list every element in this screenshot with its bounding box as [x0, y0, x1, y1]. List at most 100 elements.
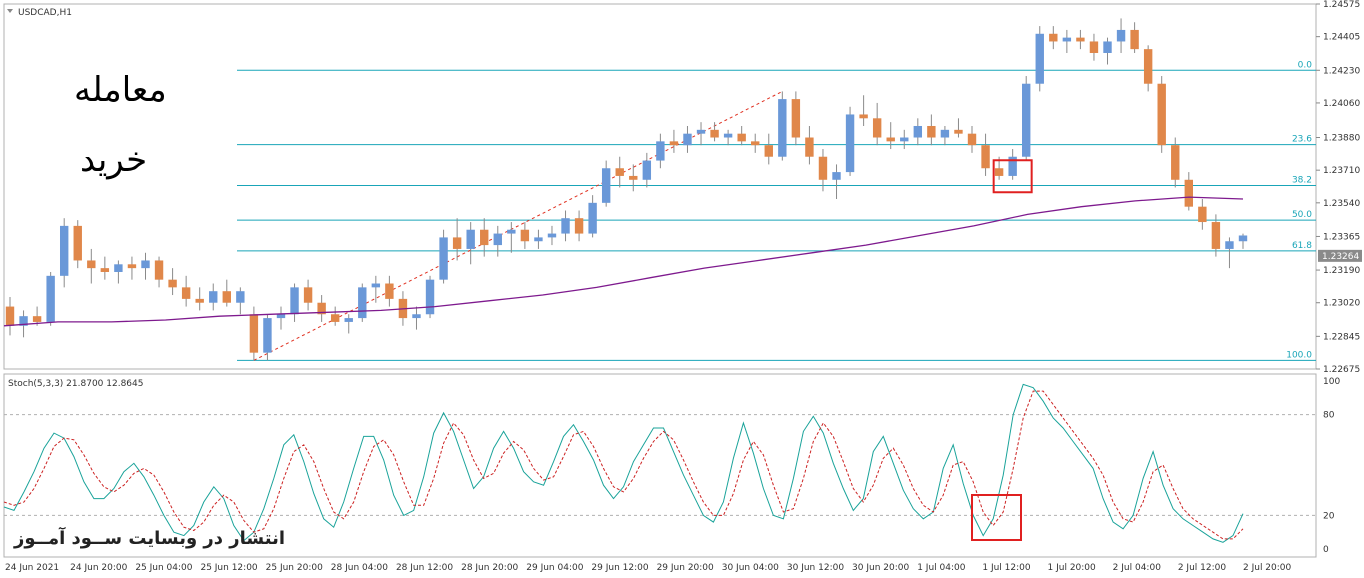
fib-level-label: 50.0	[1292, 210, 1312, 220]
candle-body-bull	[1022, 83, 1031, 157]
candle	[669, 129, 679, 153]
candle-body-bull	[358, 287, 367, 319]
candle-body-bull	[534, 237, 543, 242]
candle-body-bull	[344, 318, 353, 322]
caption-trade: معامله	[74, 70, 167, 110]
candle	[710, 122, 719, 142]
candle-body-bull	[493, 233, 502, 246]
time-tick-label: 1 Jul 12:00	[982, 563, 1031, 573]
candle	[371, 275, 381, 303]
price-tick-label: 1.24405	[1323, 33, 1360, 43]
candle	[900, 129, 909, 150]
candle-body-bull	[588, 202, 597, 234]
candle	[642, 152, 652, 188]
candle-body-bull	[1116, 29, 1126, 42]
candle-body-bear	[249, 314, 259, 353]
candle	[940, 125, 950, 146]
chart-root: 0.0 23.6 38.2 50.0 61.8 100.0 1.24575 1.24405 1…	[0, 0, 1364, 578]
candle	[791, 91, 801, 146]
time-tick-label: 2 Jul 04:00	[1113, 563, 1162, 573]
candle	[1116, 18, 1126, 53]
candle	[493, 225, 502, 257]
fib-level-label: 61.8	[1292, 241, 1312, 251]
price-tick-label: 1.23365	[1323, 232, 1360, 242]
candle-body-bull	[1103, 41, 1112, 53]
candle	[1062, 29, 1072, 53]
candle	[385, 275, 394, 307]
candle	[303, 279, 313, 311]
candle-body-bull	[845, 114, 855, 173]
candle-body-bull	[276, 314, 286, 319]
candle-body-bear	[1049, 33, 1058, 42]
candle-body-bear	[1076, 37, 1085, 42]
candle	[181, 275, 191, 307]
price-tick-label: 1.22845	[1323, 332, 1360, 342]
candle-body-bear	[1211, 222, 1221, 249]
candle	[87, 248, 96, 284]
candle	[46, 271, 55, 326]
candle-body-bear	[764, 145, 773, 157]
time-tick-label: 30 Jun 04:00	[722, 563, 779, 573]
candle-body-bear	[32, 316, 42, 322]
candle	[1143, 45, 1153, 92]
candle	[236, 287, 245, 315]
candle	[656, 133, 665, 169]
candle-body-bear	[1157, 83, 1166, 146]
candle	[832, 164, 841, 199]
candle-body-bull	[913, 125, 923, 138]
candle	[59, 218, 69, 288]
candle	[967, 125, 977, 153]
stoch-signal-line	[3, 390, 1244, 540]
candle-body-bear	[574, 218, 584, 234]
candle-body-bull	[696, 129, 706, 134]
candle	[751, 133, 760, 153]
candle	[127, 256, 137, 280]
candle-body-bear	[452, 237, 462, 249]
candle	[222, 279, 231, 307]
candle-body-bear	[981, 145, 990, 169]
candle-body-bull	[832, 172, 841, 180]
time-tick-label: 24 Jun 20:00	[70, 563, 127, 573]
candle	[412, 306, 421, 330]
candle	[1103, 37, 1112, 65]
candle-body-bull	[114, 264, 123, 272]
chart-canvas: 0.0 23.6 38.2 50.0 61.8 100.0 1.24575 1.24405 1…	[3, 0, 1362, 573]
candle-body-bull	[683, 133, 692, 146]
candle-body-bear	[1143, 49, 1153, 84]
candle	[574, 210, 584, 242]
candle	[981, 133, 990, 176]
time-tick-label: 29 Jun 12:00	[591, 563, 648, 573]
time-tick-label: 25 Jun 12:00	[200, 563, 257, 573]
time-tick-label: 29 Jun 20:00	[657, 563, 714, 573]
time-tick-label: 2 Jul 20:00	[1243, 563, 1292, 573]
candle-body-bear	[615, 168, 624, 176]
candle-body-bear	[751, 141, 760, 146]
candle	[1076, 29, 1085, 50]
candle-body-bear	[303, 287, 313, 303]
time-tick-label: 28 Jun 20:00	[461, 563, 518, 573]
candle	[764, 133, 773, 165]
candle	[1211, 214, 1221, 257]
candle-body-bear	[967, 133, 977, 146]
caption-buy: خرید	[80, 140, 148, 180]
candle-body-bear	[5, 306, 15, 326]
candle-body-bear	[222, 291, 231, 303]
candle-body-bull	[263, 318, 272, 353]
price-tick-label: 1.24230	[1323, 66, 1360, 76]
candle	[507, 222, 516, 253]
candle	[737, 125, 746, 146]
candle-body-bull	[371, 283, 381, 288]
candle	[358, 283, 367, 322]
candle-body-bull	[141, 260, 150, 269]
candle-body-bear	[127, 264, 137, 269]
price-tick-label: 1.24060	[1323, 99, 1360, 109]
candle-body-bull	[940, 129, 950, 138]
candle-body-bull	[507, 229, 516, 234]
candle-body-bear	[859, 114, 868, 119]
candle	[73, 220, 82, 269]
candle-body-bear	[954, 129, 963, 134]
candle	[1184, 172, 1194, 211]
time-tick-label: 1 Jul 04:00	[917, 563, 966, 573]
candle-body-bear	[629, 175, 638, 180]
candle-body-bear	[100, 268, 110, 272]
